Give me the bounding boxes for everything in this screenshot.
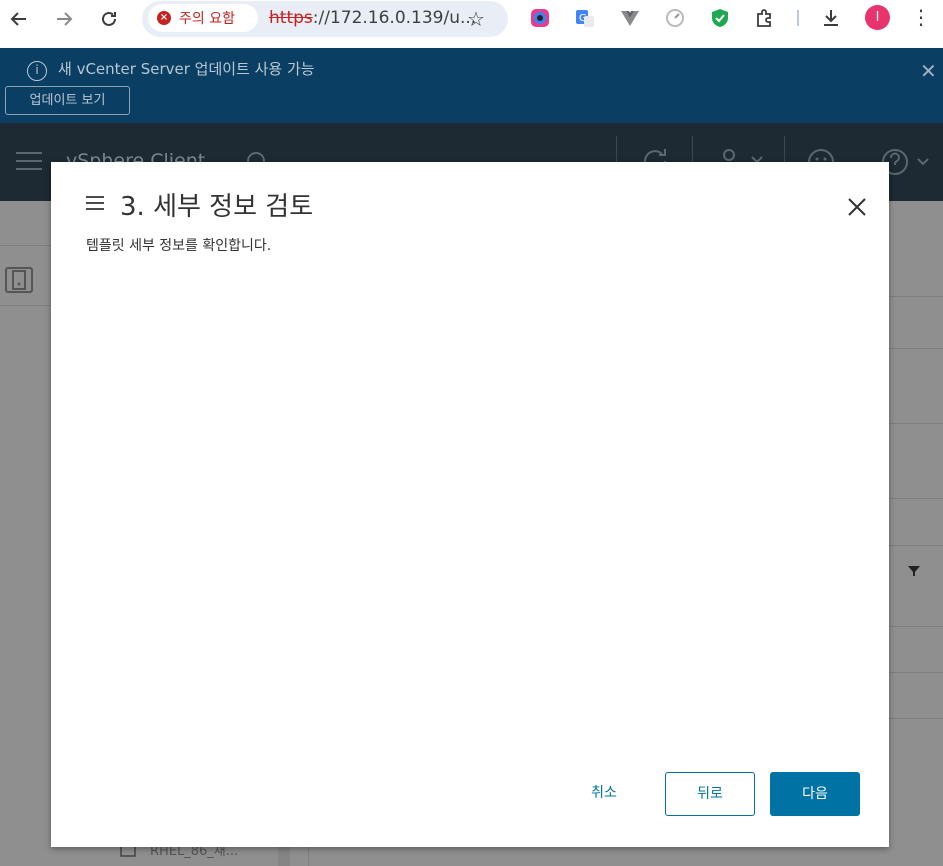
back-arrow-icon[interactable] <box>6 6 32 32</box>
next-button[interactable]: 다음 <box>770 772 860 816</box>
close-icon[interactable] <box>846 196 868 218</box>
view-updates-button[interactable]: 업데이트 보기 <box>5 86 130 115</box>
divider <box>889 423 943 424</box>
security-label: 주의 요함 <box>179 11 235 27</box>
toolbar-divider <box>797 10 799 26</box>
browser-menu-icon[interactable]: ⋮ <box>911 5 931 29</box>
cancel-button[interactable]: 취소 <box>571 772 637 814</box>
vue-devtools-icon[interactable] <box>619 7 641 29</box>
reload-icon[interactable] <box>96 6 122 32</box>
back-button[interactable]: 뒤로 <box>665 772 755 816</box>
divider <box>308 847 309 866</box>
profile-avatar[interactable]: I <box>865 5 890 30</box>
divider <box>889 626 943 627</box>
color-picker-extension-icon[interactable] <box>529 7 551 29</box>
download-icon[interactable] <box>820 7 842 29</box>
translate-extension-icon[interactable]: G <box>574 7 596 29</box>
banner-message: 새 vCenter Server 업데이트 사용 가능 <box>58 60 315 78</box>
scrollbar[interactable] <box>278 847 290 866</box>
extensions-puzzle-icon[interactable] <box>754 7 776 29</box>
bookmark-star-icon[interactable]: ☆ <box>467 7 485 31</box>
divider <box>889 498 943 499</box>
security-warning-chip[interactable]: × 주의 요함 <box>148 4 258 32</box>
dialog-subtitle: 템플릿 세부 정보를 확인합니다. <box>86 238 272 254</box>
warning-x-icon: × <box>157 11 171 25</box>
divider <box>0 305 51 306</box>
forward-arrow-icon[interactable] <box>51 6 77 32</box>
url-text[interactable]: https://172.16.0.139/u... <box>269 8 476 28</box>
browser-toolbar: × 주의 요함 https://172.16.0.139/u... ☆ G I … <box>0 0 943 48</box>
divider <box>0 245 51 246</box>
divider <box>889 718 943 719</box>
shield-extension-icon[interactable] <box>709 7 731 29</box>
divider <box>889 348 943 349</box>
wizard-steps-menu-icon[interactable] <box>86 195 104 211</box>
divider <box>889 296 943 297</box>
review-details-dialog <box>51 162 889 847</box>
info-icon: i <box>27 61 47 81</box>
dialog-title: 3. 세부 정보 검토 <box>120 192 314 222</box>
speedometer-extension-icon[interactable] <box>664 7 686 29</box>
divider <box>889 545 943 546</box>
filter-icon[interactable] <box>907 565 921 577</box>
menu-hamburger-icon[interactable] <box>16 152 42 170</box>
divider <box>889 672 943 673</box>
banner-close-icon[interactable]: ✕ <box>920 59 937 83</box>
vm-templates-icon[interactable] <box>4 266 34 294</box>
